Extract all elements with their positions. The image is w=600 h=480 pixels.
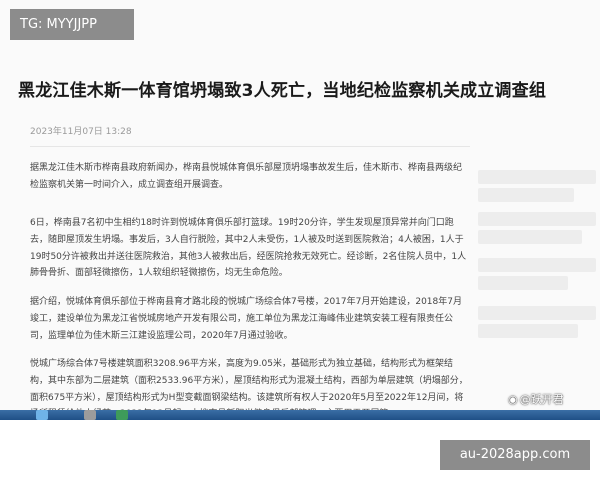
weibo-watermark: ◉ @跃开君 <box>508 391 564 407</box>
article-date: 2023年11月07日 13:28 <box>30 127 132 137</box>
article-screenshot: 黑龙江佳木斯一体育馆坍塌致3人死亡，当地纪检监察机关成立调查组 2023年11月… <box>0 0 600 420</box>
watermark-text: @跃开君 <box>519 393 564 406</box>
sidebar-placeholder <box>478 306 596 320</box>
sidebar-placeholder <box>478 212 596 226</box>
sidebar-placeholder <box>478 258 596 272</box>
overlay-tag: TG: MYYJJPP <box>10 9 134 40</box>
taskbar <box>0 410 600 420</box>
sidebar-placeholder <box>478 188 574 202</box>
article-paragraph: 6日，桦南县7名初中生相约18时许到悦城体育俱乐部打篮球。19时20分许，学生发… <box>30 218 467 279</box>
divider <box>30 146 470 147</box>
blurred-sidebar <box>478 150 600 390</box>
sidebar-placeholder <box>478 230 582 244</box>
app-icon[interactable] <box>84 410 96 420</box>
browser-icon[interactable] <box>36 410 48 420</box>
article-paragraph: 据介绍，悦城体育俱乐部位于桦南县育才路北段的悦城广场综合体7号楼，2017年7月… <box>30 297 462 341</box>
sidebar-placeholder <box>478 276 568 290</box>
sidebar-placeholder <box>478 324 578 338</box>
weibo-icon: ◉ <box>508 393 518 406</box>
sidebar-placeholder <box>478 170 596 184</box>
app-icon[interactable] <box>116 410 128 420</box>
article-headline: 黑龙江佳木斯一体育馆坍塌致3人死亡，当地纪检监察机关成立调查组 <box>18 81 547 101</box>
url-badge: au-2028app.com <box>440 440 590 470</box>
article-paragraph: 据黑龙江佳木斯市桦南县政府新闻办，桦南县悦城体育俱乐部屋顶坍塌事故发生后，佳木斯… <box>30 163 463 190</box>
